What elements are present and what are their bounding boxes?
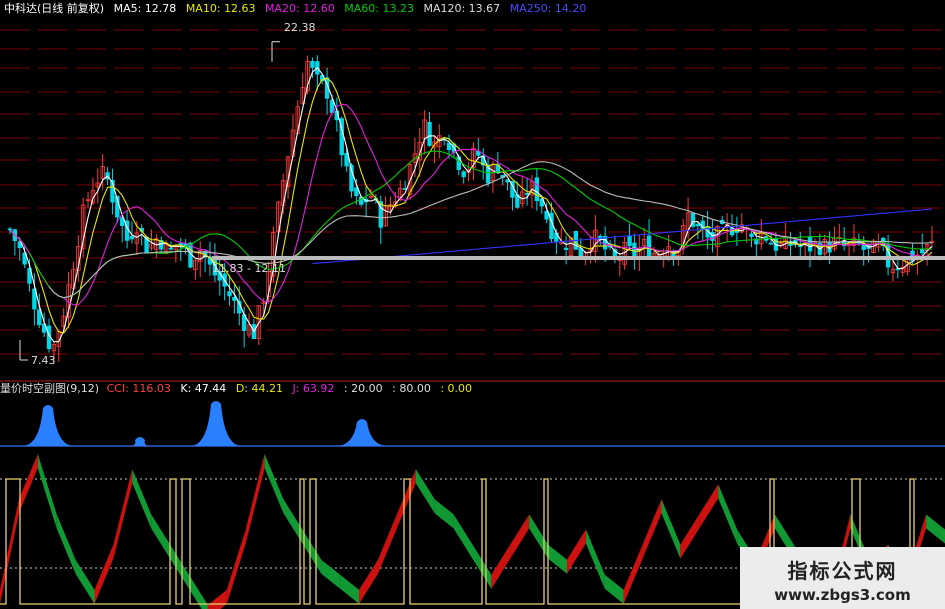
osc-ribbon-red [113, 469, 133, 559]
j-label: J: 63.92 [292, 382, 335, 395]
candle-body [37, 309, 42, 326]
watermark-url: www.zbgs3.com [774, 586, 911, 604]
osc-ribbon-red [18, 454, 38, 514]
candle-body [227, 291, 232, 297]
osc-ribbon-red [680, 514, 700, 559]
osc-ribbon-red [0, 499, 19, 604]
osc-ribbon-green [661, 499, 681, 559]
d-label: D: 44.21 [235, 382, 283, 395]
main-header: 中科达(日线 前复权) MA5: 12.78 MA10: 12.63 MA20:… [4, 2, 592, 16]
osc-ribbon-green [37, 454, 57, 529]
candle-body [695, 223, 701, 227]
osc-ribbon-green [604, 574, 624, 604]
osc-ribbon-green [718, 484, 738, 544]
ma120-line [48, 161, 933, 299]
osc-ribbon-red [510, 514, 530, 559]
osc-ribbon-green [151, 514, 171, 559]
cci-peak [190, 401, 242, 446]
ma20-line [9, 103, 932, 306]
candle-body [427, 121, 432, 146]
ma10-label: MA10: 12.63 [185, 2, 256, 15]
osc-ribbon-red [699, 484, 719, 529]
osc-ribbon-red [567, 529, 586, 574]
osc-ribbon-green [434, 499, 454, 529]
candle-body [710, 231, 715, 241]
high-price-label: 22.38 [284, 21, 316, 34]
osc-ribbon-red [94, 544, 114, 604]
candle-body [632, 242, 637, 257]
candle-body [168, 247, 174, 250]
cci-peak [336, 419, 388, 446]
cci-peak [22, 405, 74, 446]
low-price-label: 7.43 [31, 354, 56, 367]
osc-ribbon-green [264, 454, 284, 514]
candle-body [354, 187, 359, 197]
watermark: 指标公式网 www.zbgs3.com [740, 547, 945, 609]
candle-body [920, 248, 925, 254]
threshold-80: : 80.00 [392, 382, 431, 395]
stock-chart [0, 29, 945, 609]
threshold-20: : 20.00 [343, 382, 383, 395]
osc-ribbon-green [132, 469, 152, 529]
osc-ribbon-green [548, 544, 567, 574]
candle-body [310, 61, 315, 68]
ma250-label: MA250: 14.20 [509, 2, 587, 15]
candle-body [534, 177, 540, 202]
osc-ribbon-green [56, 514, 76, 574]
osc-ribbon-red [207, 589, 227, 609]
osc-ribbon-green [321, 559, 341, 589]
osc-ribbon-green [340, 574, 360, 604]
candle-body [749, 233, 754, 237]
k-label: K: 47.44 [180, 382, 227, 395]
cci-peak [130, 437, 150, 446]
osc-ribbon-red [245, 454, 265, 544]
osc-ribbon-red [378, 514, 397, 574]
ma5-label: MA5: 12.78 [113, 2, 177, 15]
threshold-0: : 0.00 [440, 382, 473, 395]
osc-ribbon-green [926, 514, 945, 544]
osc-ribbon-green [415, 469, 435, 514]
osc-ribbon-green [529, 514, 549, 559]
osc-ribbon-green [170, 544, 189, 589]
candle-body [563, 247, 569, 250]
candle-body [129, 236, 135, 240]
osc-ribbon-green [302, 529, 322, 574]
candle-body [524, 192, 530, 195]
osc-ribbon-red [226, 529, 246, 604]
candle-body [232, 296, 237, 301]
ma20-label: MA20: 12.60 [265, 2, 335, 15]
cci-label: CCI: 116.03 [106, 382, 171, 395]
osc-ribbon-green [453, 514, 473, 559]
ma60-line [29, 150, 933, 299]
osc-ribbon-red [623, 544, 643, 604]
osc-ribbon-green [585, 529, 605, 589]
candle-body [7, 228, 13, 231]
osc-ribbon-red [396, 469, 416, 529]
osc-ribbon-red [491, 544, 511, 589]
osc-ribbon-red [359, 559, 378, 604]
osc-ribbon-green [75, 559, 95, 604]
ma5-line [9, 66, 933, 343]
indicator-name: 量价时空副图(9,12) [0, 382, 100, 395]
candle-body [646, 235, 652, 257]
ma120-label: MA120: 13.67 [423, 2, 501, 15]
candle-body [627, 235, 632, 247]
candle-body [768, 242, 774, 245]
ma10-line [9, 77, 933, 334]
sub-header: 量价时空副图(9,12) CCI: 116.03 K: 47.44 D: 44.… [0, 382, 478, 396]
ma60-label: MA60: 13.23 [344, 2, 414, 15]
stock-name: 中科达(日线 前复权) [4, 2, 105, 15]
watermark-title: 指标公式网 [787, 559, 898, 583]
range-price-label: 11.83 - 12.11 [212, 262, 286, 275]
candle-body [461, 171, 466, 178]
osc-ribbon-red [642, 499, 662, 559]
